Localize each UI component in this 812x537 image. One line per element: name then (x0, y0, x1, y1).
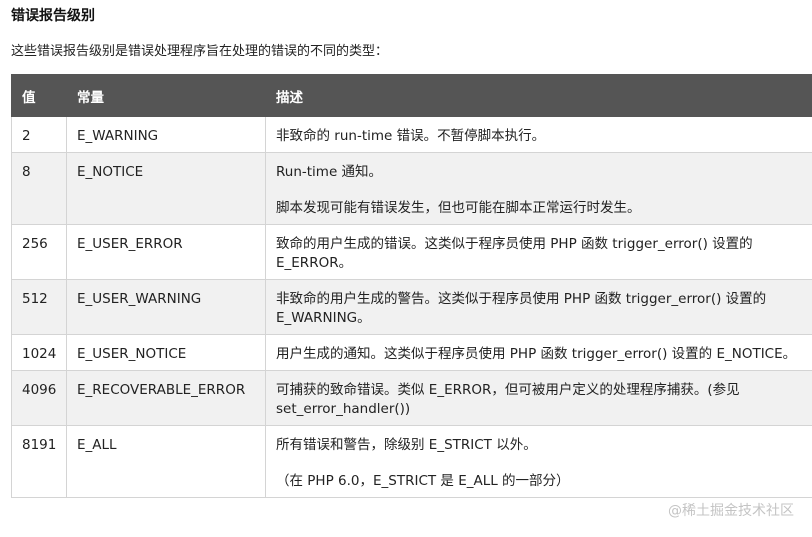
description-text: 所有错误和警告，除级别 E_STRICT 以外。 (276, 437, 537, 453)
column-header-description: 描述 (265, 74, 812, 117)
description-text: 非致命的用户生成的警告。这类似于程序员使用 PHP 函数 trigger_err… (276, 291, 767, 326)
description-text: 可捕获的致命错误。类似 E_ERROR，但可被用户定义的处理程序捕获。(参见 s… (276, 382, 740, 417)
table-row: 8191 E_ALL 所有错误和警告，除级别 E_STRICT 以外。 （在 P… (11, 425, 812, 498)
cell-constant: E_RECOVERABLE_ERROR (66, 370, 266, 426)
cell-constant: E_USER_NOTICE (66, 334, 266, 371)
cell-value: 8191 (11, 425, 67, 498)
watermark: @稀土掘金技术社区 (666, 500, 796, 520)
table-header-row: 值 常量 描述 (11, 74, 812, 117)
column-header-constant: 常量 (66, 74, 266, 117)
cell-constant: E_USER_ERROR (66, 224, 266, 280)
cell-value: 8 (11, 152, 67, 225)
cell-value: 4096 (11, 370, 67, 426)
table-row: 2 E_WARNING 非致命的 run-time 错误。不暂停脚本执行。 (11, 116, 812, 153)
table-row: 512 E_USER_WARNING 非致命的用户生成的警告。这类似于程序员使用… (11, 279, 812, 335)
table-row: 4096 E_RECOVERABLE_ERROR 可捕获的致命错误。类似 E_E… (11, 370, 812, 426)
cell-value: 1024 (11, 334, 67, 371)
cell-description: Run-time 通知。 脚本发现可能有错误发生，但也可能在脚本正常运行时发生。 (265, 152, 812, 225)
cell-constant: E_WARNING (66, 116, 266, 153)
cell-description: 所有错误和警告，除级别 E_STRICT 以外。 （在 PHP 6.0，E_ST… (265, 425, 812, 498)
cell-value: 256 (11, 224, 67, 280)
cell-value: 2 (11, 116, 67, 153)
error-levels-table: 值 常量 描述 2 E_WARNING 非致命的 run-time 错误。不暂停… (11, 74, 812, 498)
cell-constant: E_NOTICE (66, 152, 266, 225)
cell-value: 512 (11, 279, 67, 335)
description-text: Run-time 通知。 (276, 164, 383, 180)
table-row: 1024 E_USER_NOTICE 用户生成的通知。这类似于程序员使用 PHP… (11, 334, 812, 371)
description-text: （在 PHP 6.0，E_STRICT 是 E_ALL 的一部分） (276, 473, 570, 489)
table-row: 256 E_USER_ERROR 致命的用户生成的错误。这类似于程序员使用 PH… (11, 224, 812, 280)
description-text: 用户生成的通知。这类似于程序员使用 PHP 函数 trigger_error()… (276, 346, 797, 362)
cell-description: 非致命的 run-time 错误。不暂停脚本执行。 (265, 116, 812, 153)
cell-constant: E_USER_WARNING (66, 279, 266, 335)
cell-description: 非致命的用户生成的警告。这类似于程序员使用 PHP 函数 trigger_err… (265, 279, 812, 335)
section-title: 错误报告级别 (11, 8, 95, 24)
cell-constant: E_ALL (66, 425, 266, 498)
column-header-value: 值 (11, 74, 67, 117)
description-text: 脚本发现可能有错误发生，但也可能在脚本正常运行时发生。 (276, 200, 641, 216)
table-row: 8 E_NOTICE Run-time 通知。 脚本发现可能有错误发生，但也可能… (11, 152, 812, 225)
cell-description: 可捕获的致命错误。类似 E_ERROR，但可被用户定义的处理程序捕获。(参见 s… (265, 370, 812, 426)
cell-description: 致命的用户生成的错误。这类似于程序员使用 PHP 函数 trigger_erro… (265, 224, 812, 280)
description-text: 非致命的 run-time 错误。不暂停脚本执行。 (276, 128, 546, 144)
cell-description: 用户生成的通知。这类似于程序员使用 PHP 函数 trigger_error()… (265, 334, 812, 371)
description-text: 致命的用户生成的错误。这类似于程序员使用 PHP 函数 trigger_erro… (276, 236, 753, 271)
intro-text: 这些错误报告级别是错误处理程序旨在处理的错误的不同的类型： (11, 44, 389, 59)
